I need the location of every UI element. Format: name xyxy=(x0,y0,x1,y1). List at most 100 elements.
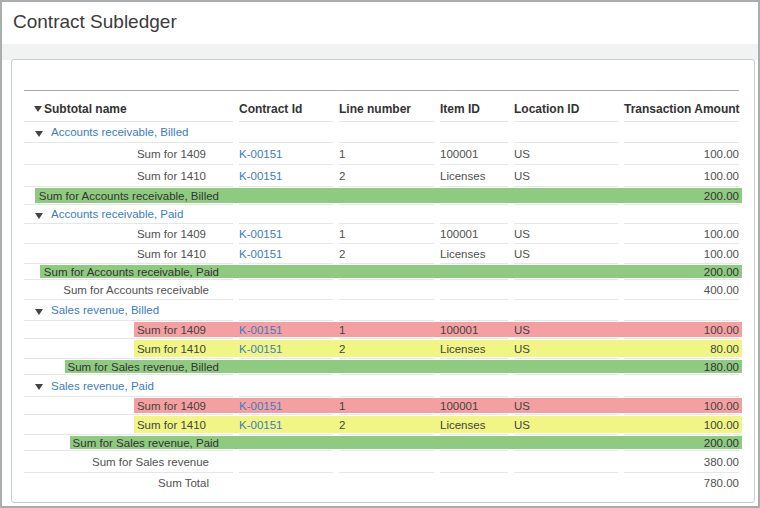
table-row: Sum for 1410 K-00151 2 Licenses US 80.00 xyxy=(12,339,754,359)
item-id-cell: Licenses xyxy=(440,244,485,264)
location-id-cell: US xyxy=(514,224,530,244)
amount-cell: 200.00 xyxy=(624,187,739,205)
results-panel: Subtotal name Contract Id Line number It… xyxy=(11,59,755,503)
subtotal-label: Sum for Sales revenue xyxy=(24,451,209,473)
group-link[interactable]: Accounts receivable, Billed xyxy=(51,126,188,138)
contract-id-link[interactable]: K-00151 xyxy=(239,324,282,336)
amount-cell: 380.00 xyxy=(624,451,739,473)
location-id-cell: US xyxy=(514,165,530,187)
page: Contract Subledger Subtotal name Contrac… xyxy=(0,0,760,508)
contract-id-link[interactable]: K-00151 xyxy=(239,170,282,182)
location-id-cell: US xyxy=(514,143,530,165)
line-number-cell: 1 xyxy=(339,224,345,244)
item-id-cell: 100001 xyxy=(440,224,478,244)
subtotal-label: Sum for 1410 xyxy=(24,415,206,435)
amount-cell: 780.00 xyxy=(624,473,739,493)
table-row: Sum for 1410 K-00151 2 Licenses US 100.00 xyxy=(12,165,754,187)
amount-cell: 80.00 xyxy=(624,339,739,359)
item-id-cell: Licenses xyxy=(440,165,485,187)
item-id-cell: 100001 xyxy=(440,143,478,165)
location-id-cell: US xyxy=(514,321,530,339)
column-header-location-id[interactable]: Location ID xyxy=(514,91,579,122)
column-header-contract-id[interactable]: Contract Id xyxy=(239,91,302,122)
column-header-subtotal-name[interactable]: Subtotal name xyxy=(44,91,127,122)
table-row: Sum for 1410 K-00151 2 Licenses US 100.00 xyxy=(12,415,754,435)
item-id-cell: 100001 xyxy=(440,321,478,339)
line-number-cell: 1 xyxy=(339,321,345,339)
subtotal-row: Sum for Accounts receivable, Billed 200.0… xyxy=(12,187,754,205)
line-number-cell: 1 xyxy=(339,143,345,165)
contract-id-link[interactable]: K-00151 xyxy=(239,248,282,260)
subtotal-label: Sum for 1410 xyxy=(24,165,206,187)
amount-cell: 200.00 xyxy=(624,435,739,451)
subtotal-label: Sum for 1409 xyxy=(24,321,206,339)
subtotal-label: Sum for Accounts receivable, Paid xyxy=(24,264,219,280)
group-header-row: Sales revenue, Billed xyxy=(12,300,754,321)
contract-id-link[interactable]: K-00151 xyxy=(239,343,282,355)
amount-cell: 100.00 xyxy=(624,397,739,415)
amount-cell: 100.00 xyxy=(624,415,739,435)
amount-cell: 100.00 xyxy=(624,224,739,244)
sort-descending-icon[interactable] xyxy=(34,106,42,112)
table-row: Sum for 1409 K-00151 1 100001 US 100.00 xyxy=(12,397,754,415)
subtotal-label: Sum for Sales revenue, Billed xyxy=(24,359,219,375)
group-link[interactable]: Accounts receivable, Paid xyxy=(51,208,183,220)
subtotal-label: Sum for 1409 xyxy=(24,143,206,165)
subtotal-row: Sum for Sales revenue, Billed 180.00 xyxy=(12,359,754,375)
amount-cell: 100.00 xyxy=(624,321,739,339)
subtotal-label: Sum for Accounts receivable, Billed xyxy=(24,187,219,205)
collapse-group-icon[interactable] xyxy=(35,131,43,137)
amount-cell: 180.00 xyxy=(624,359,739,375)
subtotal-label: Sum for 1409 xyxy=(24,397,206,415)
results-table: Subtotal name Contract Id Line number It… xyxy=(12,60,754,502)
line-number-cell: 2 xyxy=(339,165,345,187)
column-header-transaction-amount[interactable]: Transaction Amount xyxy=(624,91,739,122)
page-title: Contract Subledger xyxy=(13,11,177,33)
subtotal-label: Sum for 1409 xyxy=(24,224,206,244)
subtotal-row: Sum for Accounts receivable, Paid 200.00 xyxy=(12,264,754,280)
table-row: Sum for 1409 K-00151 1 100001 US 100.00 xyxy=(12,321,754,339)
amount-cell: 100.00 xyxy=(624,165,739,187)
subtotal-label: Sum for Sales revenue, Paid xyxy=(24,435,219,451)
location-id-cell: US xyxy=(514,244,530,264)
collapse-group-icon[interactable] xyxy=(35,309,43,315)
subtotal-row: Sum Total 780.00 xyxy=(12,473,754,493)
contract-id-link[interactable]: K-00151 xyxy=(239,148,282,160)
amount-cell: 100.00 xyxy=(624,143,739,165)
toolbar-strip xyxy=(2,44,758,60)
table-row: Sum for 1409 K-00151 1 100001 US 100.00 xyxy=(12,224,754,244)
line-number-cell: 2 xyxy=(339,244,345,264)
line-number-cell: 1 xyxy=(339,397,345,415)
location-id-cell: US xyxy=(514,397,530,415)
amount-cell: 100.00 xyxy=(624,244,739,264)
subtotal-row: Sum for Accounts receivable 400.00 xyxy=(12,280,754,300)
group-header-row: Accounts receivable, Billed xyxy=(12,122,754,143)
table-row: Sum for 1409 K-00151 1 100001 US 100.00 xyxy=(12,143,754,165)
column-header-item-id[interactable]: Item ID xyxy=(440,91,480,122)
column-header-line-number[interactable]: Line number xyxy=(339,91,411,122)
subtotal-row: Sum for Sales revenue, Paid 200.00 xyxy=(12,435,754,451)
table-header-row: Subtotal name Contract Id Line number It… xyxy=(12,91,754,122)
subtotal-label: Sum for 1410 xyxy=(24,339,206,359)
group-link[interactable]: Sales revenue, Paid xyxy=(51,380,154,392)
collapse-group-icon[interactable] xyxy=(35,213,43,219)
contract-id-link[interactable]: K-00151 xyxy=(239,400,282,412)
item-id-cell: Licenses xyxy=(440,415,485,435)
amount-cell: 200.00 xyxy=(624,264,739,280)
location-id-cell: US xyxy=(514,339,530,359)
subtotal-label: Sum for Accounts receivable xyxy=(24,280,209,300)
location-id-cell: US xyxy=(514,415,530,435)
collapse-group-icon[interactable] xyxy=(35,384,43,390)
amount-cell: 400.00 xyxy=(624,280,739,300)
table-row: Sum for 1410K-001512LicensesUS100.00 xyxy=(12,244,754,264)
subtotal-row: Sum for Sales revenue 380.00 xyxy=(12,451,754,473)
group-header-row: Accounts receivable, Paid xyxy=(12,205,754,224)
group-link[interactable]: Sales revenue, Billed xyxy=(51,304,159,316)
line-number-cell: 2 xyxy=(339,415,345,435)
item-id-cell: Licenses xyxy=(440,339,485,359)
line-number-cell: 2 xyxy=(339,339,345,359)
contract-id-link[interactable]: K-00151 xyxy=(239,228,282,240)
contract-id-link[interactable]: K-00151 xyxy=(239,419,282,431)
subtotal-label: Sum Total xyxy=(24,473,209,493)
item-id-cell: 100001 xyxy=(440,397,478,415)
